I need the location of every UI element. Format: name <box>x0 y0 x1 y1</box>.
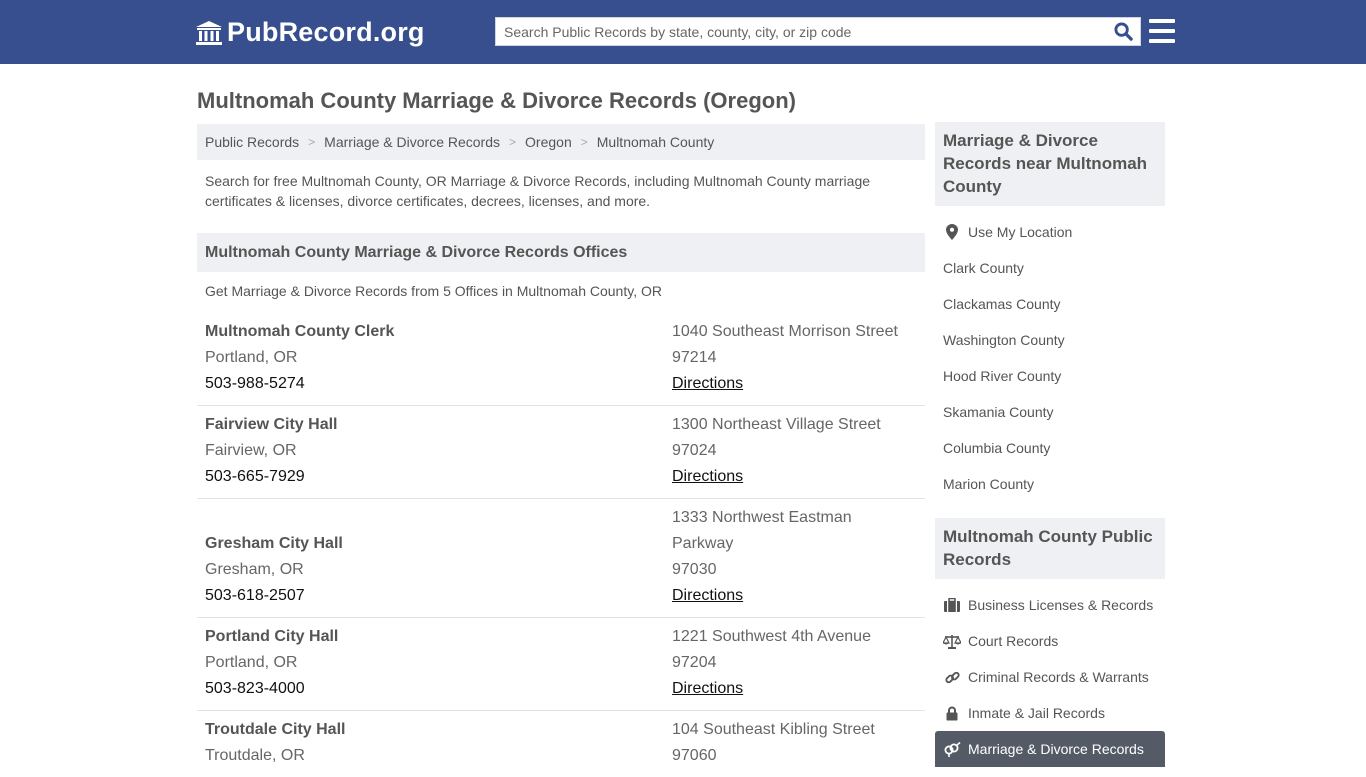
public-records-title: Multnomah County Public Records <box>935 518 1165 579</box>
office-phone[interactable]: 503-823-4000 <box>205 676 664 702</box>
office-street: 1221 Southwest 4th Avenue <box>672 628 871 645</box>
use-my-location-link[interactable]: Use My Location <box>935 214 1165 250</box>
nearby-county-link[interactable]: Clackamas County <box>935 286 1165 322</box>
directions-link[interactable]: Directions <box>672 680 743 697</box>
office-name: Portland City Hall <box>205 628 339 645</box>
office-street: 1333 Northwest Eastman <box>672 509 852 526</box>
directions-link[interactable]: Directions <box>672 587 743 604</box>
office-phone[interactable]: 503-618-2507 <box>205 583 664 609</box>
office-item: Portland City Hall Portland, OR 503-823-… <box>197 618 925 711</box>
use-my-location-label: Use My Location <box>968 224 1073 240</box>
scale-icon <box>943 633 961 649</box>
map-marker-icon <box>943 224 961 240</box>
office-list: Multnomah County Clerk Portland, OR 503-… <box>197 313 925 777</box>
inmate-jail-link[interactable]: Inmate & Jail Records <box>935 695 1165 731</box>
breadcrumb-separator: > <box>580 135 588 149</box>
office-item: Gresham City Hall Gresham, OR 503-618-25… <box>197 499 925 618</box>
directions-link[interactable]: Directions <box>672 375 743 392</box>
office-street: 1040 Southeast Morrison Street <box>672 323 898 340</box>
court-records-link[interactable]: Court Records <box>935 623 1165 659</box>
office-zip: 97214 <box>672 349 717 366</box>
top-navbar: PubRecord.org <box>0 0 1366 64</box>
offices-section-title: Multnomah County Marriage & Divorce Reco… <box>197 233 925 272</box>
nearby-county-list: Use My Location Clark County Clackamas C… <box>935 206 1165 512</box>
link-icon <box>943 669 961 685</box>
breadcrumb-public-records[interactable]: Public Records <box>205 134 299 150</box>
search-button[interactable] <box>1106 18 1140 45</box>
office-zip: 97060 <box>672 747 717 764</box>
nearby-county-link[interactable]: Columbia County <box>935 430 1165 466</box>
office-zip: 97024 <box>672 442 717 459</box>
office-city: Portland, OR <box>205 654 298 671</box>
inmate-jail-label: Inmate & Jail Records <box>968 705 1105 721</box>
office-zip: 97030 <box>672 561 717 578</box>
office-item: Multnomah County Clerk Portland, OR 503-… <box>197 313 925 406</box>
breadcrumb: Public Records > Marriage & Divorce Reco… <box>197 124 925 160</box>
criminal-records-link[interactable]: Criminal Records & Warrants <box>935 659 1165 695</box>
nearby-county-link[interactable]: Skamania County <box>935 394 1165 430</box>
breadcrumb-marriage-divorce[interactable]: Marriage & Divorce Records <box>324 134 500 150</box>
office-city: Gresham, OR <box>205 561 304 578</box>
office-street-2: Parkway <box>672 535 734 552</box>
business-licenses-link[interactable]: Business Licenses & Records <box>935 587 1165 623</box>
hamburger-menu-icon[interactable] <box>1149 19 1175 43</box>
breadcrumb-oregon[interactable]: Oregon <box>525 134 572 150</box>
office-street: 1300 Northeast Village Street <box>672 416 881 433</box>
office-name: Fairview City Hall <box>205 416 338 433</box>
marriage-divorce-label: Marriage & Divorce Records <box>968 741 1144 757</box>
intro-text: Search for free Multnomah County, OR Mar… <box>205 173 871 209</box>
breadcrumb-separator: > <box>308 135 316 149</box>
office-name: Gresham City Hall <box>205 535 343 552</box>
nearby-county-link[interactable]: Clark County <box>935 250 1165 286</box>
offices-section-subtitle: Get Marriage & Divorce Records from 5 Of… <box>205 283 662 299</box>
office-item: Troutdale City Hall Troutdale, OR 104 So… <box>197 711 925 777</box>
search-input[interactable] <box>496 18 1106 45</box>
main-content: Public Records > Marriage & Divorce Reco… <box>197 124 925 777</box>
nearby-county-link[interactable]: Marion County <box>935 466 1165 502</box>
marriage-divorce-link[interactable]: Marriage & Divorce Records <box>935 731 1165 767</box>
page-title: Multnomah County Marriage & Divorce Reco… <box>197 88 796 113</box>
courthouse-icon <box>196 20 222 45</box>
gender-icon <box>943 741 961 757</box>
office-item: Fairview City Hall Fairview, OR 503-665-… <box>197 406 925 499</box>
office-name: Troutdale City Hall <box>205 721 346 738</box>
nearby-county-link[interactable]: Washington County <box>935 322 1165 358</box>
logo-text: PubRecord.org <box>227 17 425 47</box>
search-bar <box>495 17 1141 46</box>
criminal-records-label: Criminal Records & Warrants <box>968 669 1149 685</box>
office-name: Multnomah County Clerk <box>205 323 395 340</box>
office-phone[interactable]: 503-665-7929 <box>205 464 664 490</box>
briefcase-icon <box>943 597 961 613</box>
site-logo[interactable]: PubRecord.org <box>195 17 425 48</box>
breadcrumb-separator: > <box>509 135 517 149</box>
public-records-list: Business Licenses & Records Court Record… <box>935 579 1165 777</box>
office-city: Portland, OR <box>205 349 298 366</box>
court-records-label: Court Records <box>968 633 1059 649</box>
sidebar: Marriage & Divorce Records near Multnoma… <box>935 122 1165 777</box>
business-licenses-label: Business Licenses & Records <box>968 597 1154 613</box>
office-zip: 97204 <box>672 654 717 671</box>
breadcrumb-multnomah[interactable]: Multnomah County <box>597 134 715 150</box>
lock-icon <box>943 705 961 721</box>
nearby-records-title: Marriage & Divorce Records near Multnoma… <box>935 122 1165 206</box>
office-phone[interactable]: 503-988-5274 <box>205 371 664 397</box>
directions-link[interactable]: Directions <box>672 468 743 485</box>
office-street: 104 Southeast Kibling Street <box>672 721 875 738</box>
nearby-county-link[interactable]: Hood River County <box>935 358 1165 394</box>
search-icon <box>1113 22 1133 41</box>
office-city: Fairview, OR <box>205 442 297 459</box>
office-city: Troutdale, OR <box>205 747 305 764</box>
